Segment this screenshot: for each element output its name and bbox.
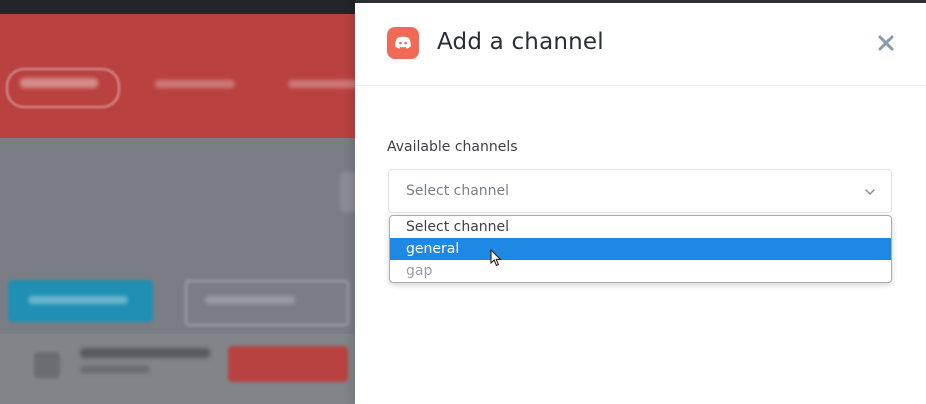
close-icon[interactable] [874,31,898,55]
background-row-title [80,348,210,358]
background-nav-item [288,80,355,88]
mouse-cursor-icon [490,249,502,267]
add-channel-modal: Add a channel Available channels Select … [355,0,926,404]
channel-option-general[interactable]: general [390,238,891,260]
channel-select-value: Select channel [406,183,510,199]
background-row-subtitle [80,366,150,373]
background-nav-item [155,80,235,88]
background-nav-pill-label [20,78,98,88]
background-nav-pill [6,68,120,108]
channel-select[interactable]: Select channel [388,169,892,213]
modal-title: Add a channel [437,29,604,55]
background-primary-button-label [28,296,128,304]
discord-icon [387,27,419,59]
background-app [0,0,355,404]
channel-dropdown-list: Select channel general gap [389,215,892,283]
background-action-button [228,346,348,382]
chevron-down-icon [865,189,875,195]
background-secondary-button-label [205,296,295,304]
channel-option-gap[interactable]: gap [390,260,891,282]
background-topbar [0,0,355,14]
background-box [340,172,355,212]
available-channels-label: Available channels [387,139,518,155]
background-row-icon [34,352,60,378]
modal-header: Add a channel [355,3,926,86]
channel-option-placeholder[interactable]: Select channel [390,216,891,238]
